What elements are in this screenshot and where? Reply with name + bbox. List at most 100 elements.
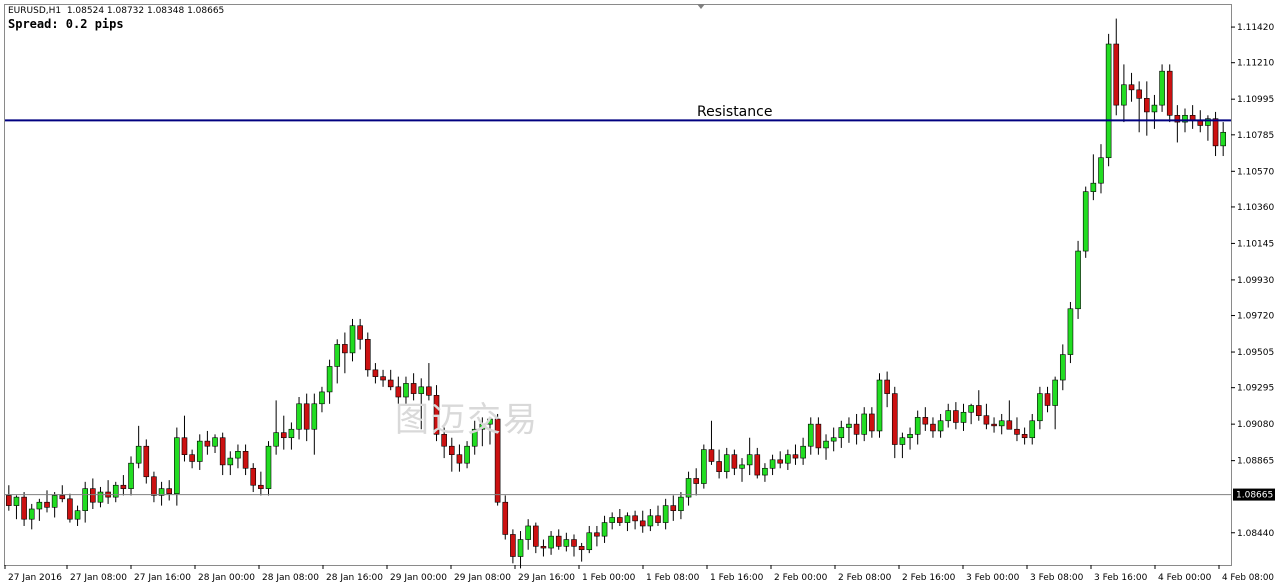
candle-body <box>342 344 348 354</box>
candle <box>899 432 906 459</box>
candle-body <box>258 484 264 489</box>
candle-body <box>922 417 929 425</box>
y-tick-label: 1.09080 <box>1237 420 1274 430</box>
candle-body <box>815 423 822 449</box>
candle-body <box>174 437 180 495</box>
candle <box>1151 94 1158 129</box>
x-tick-label: 29 Jan 00:00 <box>390 573 447 583</box>
x-tick-label: 29 Jan 16:00 <box>518 573 575 583</box>
candle-body <box>13 496 20 506</box>
candle-body <box>800 445 806 459</box>
candle-body <box>609 517 615 523</box>
candle <box>166 480 173 501</box>
x-tick-label: 4 Feb 00:00 <box>1158 573 1212 583</box>
y-tick-label: 1.09505 <box>1237 348 1274 358</box>
candle <box>563 532 570 552</box>
candle-body <box>1082 191 1089 252</box>
candle-body <box>807 423 814 447</box>
current-price-label: 1.08665 <box>1236 491 1273 501</box>
candle <box>242 444 249 476</box>
candle-body <box>746 454 753 466</box>
x-tick-label: 27 Jan 16:00 <box>134 573 191 583</box>
symbol-ohlc-label: EURUSD,H1 1.08524 1.08732 1.08348 1.0866… <box>8 6 225 16</box>
candle <box>510 529 516 564</box>
candle <box>311 393 318 455</box>
candle-body <box>594 532 600 537</box>
candle <box>135 425 142 469</box>
y-tick-label: 1.10145 <box>1237 239 1274 249</box>
candle-body <box>525 525 531 540</box>
candle-body <box>265 445 272 489</box>
candle-body <box>830 437 837 442</box>
x-tick-label: 3 Feb 16:00 <box>1094 573 1148 583</box>
candle <box>44 490 50 513</box>
candle <box>97 486 104 508</box>
candle-body <box>998 420 1005 427</box>
candle-body <box>510 534 516 557</box>
candle <box>792 444 799 465</box>
candle-body <box>196 440 203 462</box>
candle <box>1059 344 1066 391</box>
x-tick-label: 1 Feb 00:00 <box>582 573 636 583</box>
candle <box>1044 386 1051 413</box>
candle-body <box>82 488 88 511</box>
chart-shift-marker[interactable] <box>697 4 705 9</box>
candle-body <box>578 546 585 551</box>
candle <box>1052 376 1058 430</box>
candle-body <box>6 495 12 506</box>
candle <box>258 471 264 496</box>
candle-body <box>212 437 218 447</box>
candle <box>303 393 310 442</box>
candle <box>82 481 88 523</box>
candle <box>762 463 768 482</box>
candle <box>28 503 35 530</box>
candle <box>1121 64 1127 123</box>
candle <box>571 534 577 557</box>
candle-body <box>227 457 234 466</box>
candle-body <box>960 411 967 423</box>
candle-body <box>1128 84 1135 91</box>
candle-body <box>769 459 776 469</box>
candle <box>517 531 524 569</box>
candle-body <box>670 505 677 511</box>
candle <box>204 430 211 455</box>
price-axis: 1.11420 1.11210 1.10995 1.10785 1.10570 1.103… <box>1231 23 1275 539</box>
candle-body <box>540 546 547 549</box>
candle <box>288 422 295 450</box>
candle-body <box>785 454 791 464</box>
candle <box>953 402 959 430</box>
candle <box>265 441 272 496</box>
candle-body <box>1052 379 1058 406</box>
y-tick-label: 1.10995 <box>1237 95 1274 105</box>
candle-body <box>907 434 913 439</box>
candle-body <box>364 339 371 371</box>
candle-body <box>937 420 944 432</box>
candle-body <box>991 423 997 427</box>
candle-body <box>533 525 539 547</box>
y-tick-label: 1.11420 <box>1237 23 1274 33</box>
candle-body <box>662 505 669 523</box>
candle-body <box>1136 89 1142 99</box>
candle <box>838 420 845 448</box>
candle-body <box>135 445 142 464</box>
candle <box>876 373 883 438</box>
candle-body <box>571 539 577 547</box>
candle <box>830 427 837 452</box>
candle <box>349 318 356 362</box>
x-tick-label: 28 Jan 00:00 <box>198 573 255 583</box>
candle-body <box>67 498 73 520</box>
candles-layer <box>6 18 1226 569</box>
candle <box>227 451 234 476</box>
candle <box>548 531 554 555</box>
candle <box>823 434 829 460</box>
candle-body <box>563 539 570 547</box>
candlestick-chart[interactable]: 1.11420 1.11210 1.10995 1.10785 1.10570 1.103… <box>0 0 1278 587</box>
y-tick-label: 1.09720 <box>1237 312 1274 322</box>
candle <box>716 449 722 479</box>
candle <box>930 417 936 438</box>
candle <box>685 471 692 506</box>
candle-body <box>693 478 699 484</box>
candle <box>1220 122 1226 157</box>
candle-body <box>914 417 921 435</box>
candle-body <box>731 454 738 469</box>
